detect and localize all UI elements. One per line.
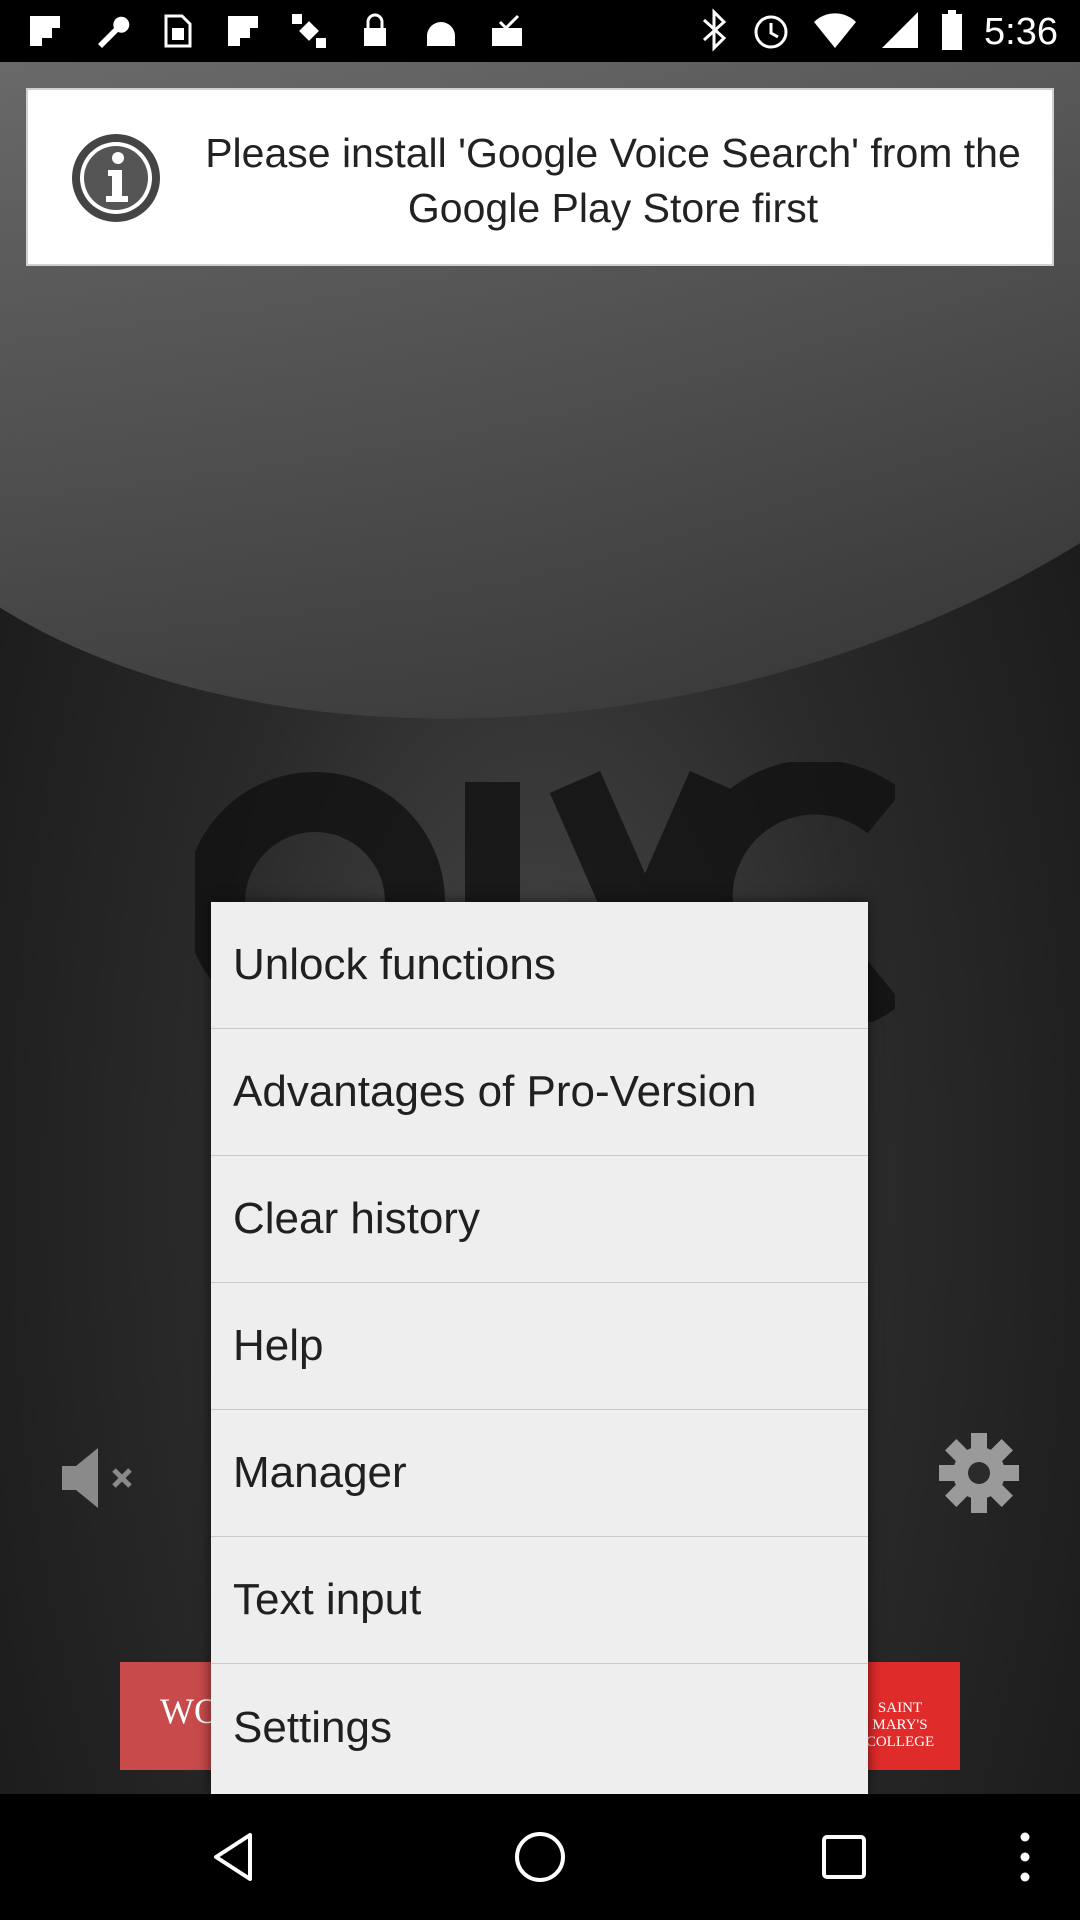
home-icon[interactable] — [510, 1827, 570, 1887]
options-menu: Unlock functions Advantages of Pro-Versi… — [211, 902, 868, 1794]
overflow-menu-icon[interactable] — [1010, 1827, 1040, 1887]
menu-item-pro-advantages[interactable]: Advantages of Pro-Version — [211, 1029, 868, 1156]
battery-icon — [940, 8, 964, 57]
alarm-icon — [750, 8, 792, 57]
sim-icon — [158, 12, 196, 50]
recents-icon[interactable] — [814, 1827, 874, 1887]
menu-item-manager[interactable]: Manager — [211, 1410, 868, 1537]
menu-item-text-input[interactable]: Text input — [211, 1537, 868, 1664]
back-icon[interactable] — [206, 1827, 266, 1887]
clock: 5:36 — [984, 11, 1058, 53]
menu-item-unlock-functions[interactable]: Unlock functions — [211, 902, 868, 1029]
flipboard-icon — [26, 12, 64, 50]
menu-item-help[interactable]: Help — [211, 1283, 868, 1410]
status-bar: 5:36 — [0, 0, 1080, 62]
info-toast: Please install 'Google Voice Search' fro… — [26, 88, 1054, 266]
fake-gps-icon — [290, 12, 328, 50]
info-icon — [68, 130, 164, 226]
flipboard-icon — [224, 12, 262, 50]
notification-icons — [26, 12, 526, 50]
lock-icon — [356, 12, 394, 50]
system-icons: 5:36 — [700, 8, 1058, 57]
toast-message: Please install 'Google Voice Search' fro… — [205, 130, 1021, 231]
bluetooth-icon — [700, 8, 730, 57]
signal-icon — [878, 8, 920, 57]
inbox-check-icon — [488, 12, 526, 50]
android-icon — [422, 12, 460, 50]
menu-item-settings[interactable]: Settings — [211, 1664, 868, 1791]
navigation-bar — [0, 1794, 1080, 1920]
wrench-icon — [92, 12, 130, 50]
wifi-icon — [812, 8, 858, 57]
menu-item-clear-history[interactable]: Clear history — [211, 1156, 868, 1283]
mute-icon[interactable] — [58, 1444, 146, 1512]
settings-gear-icon[interactable] — [938, 1432, 1020, 1514]
